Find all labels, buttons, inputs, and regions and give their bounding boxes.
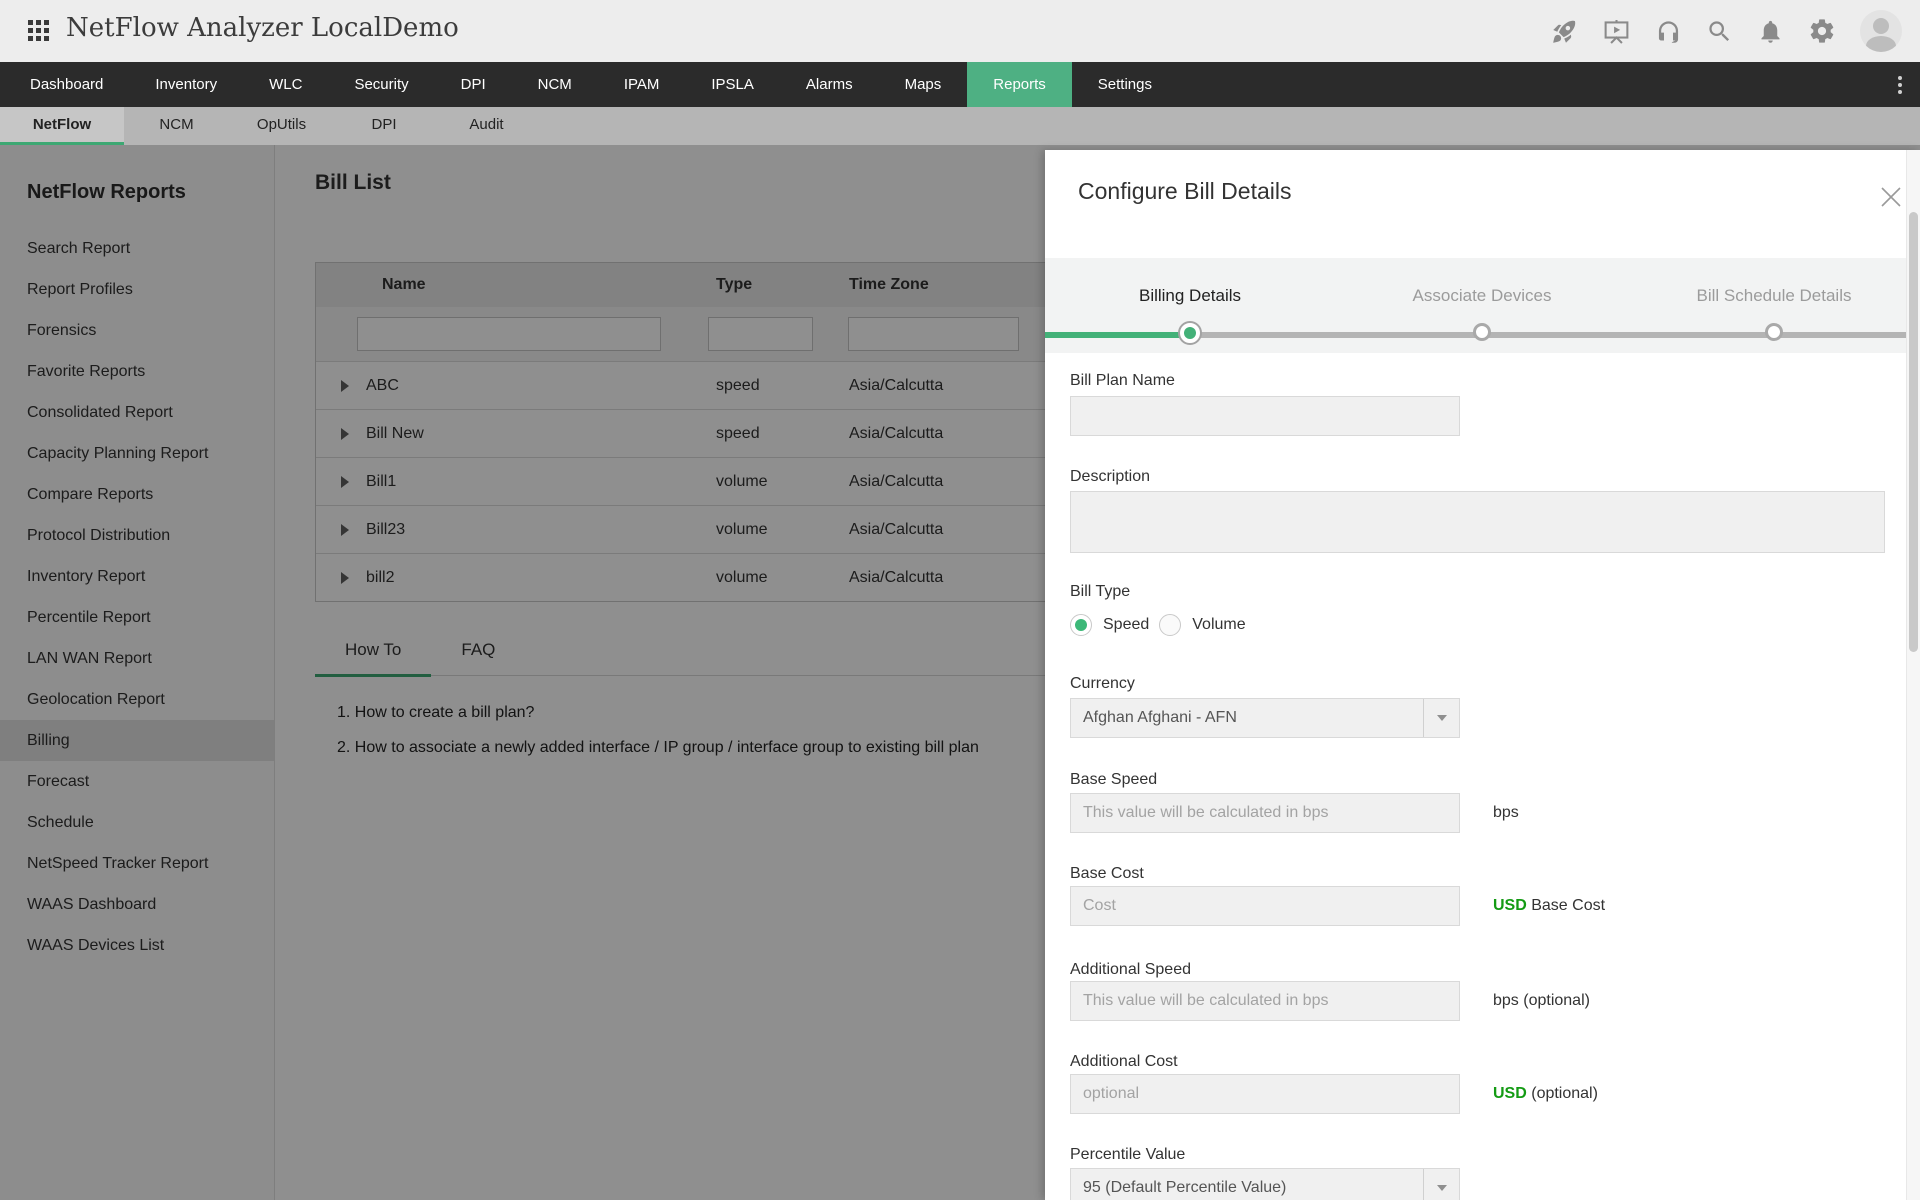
percentile-value: 95 (Default Percentile Value) (1083, 1179, 1287, 1196)
nav-item-ncm[interactable]: NCM (512, 62, 598, 107)
unit-text: (optional) (1531, 1085, 1598, 1102)
nav-item-reports[interactable]: Reports (967, 62, 1072, 107)
percentile-value-label: Percentile Value (1070, 1146, 1186, 1163)
step-dot[interactable] (1473, 323, 1491, 341)
base-speed-unit: bps (1493, 804, 1519, 821)
main-nav: Dashboard Inventory WLC Security DPI NCM… (0, 62, 1920, 107)
close-icon[interactable] (1878, 184, 1904, 210)
radio-volume-label: Volume (1192, 616, 1246, 633)
additional-cost-unit: USD (optional) (1493, 1085, 1598, 1103)
unit-text: Base Cost (1531, 897, 1606, 914)
bill-plan-name-label: Bill Plan Name (1070, 372, 1175, 389)
nav-item-maps[interactable]: Maps (879, 62, 968, 107)
subnav-tab-dpi[interactable]: DPI (334, 107, 434, 145)
additional-speed-input[interactable] (1070, 981, 1460, 1021)
nav-item-alarms[interactable]: Alarms (780, 62, 879, 107)
nav-overflow-kebab-icon[interactable] (1888, 62, 1912, 107)
additional-speed-unit: bps (optional) (1493, 992, 1590, 1009)
radio-speed-label: Speed (1103, 616, 1150, 633)
panel-title: Configure Bill Details (1078, 178, 1292, 204)
brand-title: NetFlow Analyzer LocalDemo (66, 13, 459, 43)
step-dot[interactable] (1765, 323, 1783, 341)
scrollbar-thumb[interactable] (1909, 212, 1918, 652)
configure-bill-details-panel: Configure Bill Details Billing Details A… (1045, 150, 1920, 1200)
step-bill-schedule-details[interactable]: Bill Schedule Details (1697, 286, 1852, 306)
additional-speed-label: Additional Speed (1070, 961, 1191, 978)
nav-item-ipam[interactable]: IPAM (598, 62, 686, 107)
nav-item-dashboard[interactable]: Dashboard (4, 62, 129, 107)
currency-code: USD (1493, 1085, 1527, 1102)
bill-plan-name-input[interactable] (1070, 396, 1460, 436)
user-avatar[interactable] (1860, 10, 1902, 52)
base-speed-input[interactable] (1070, 793, 1460, 833)
nav-item-dpi[interactable]: DPI (435, 62, 512, 107)
sub-nav: NetFlow NCM OpUtils DPI Audit (0, 107, 1920, 145)
base-cost-input[interactable] (1070, 886, 1460, 926)
currency-code: USD (1493, 897, 1527, 914)
demo-player-icon[interactable] (1602, 17, 1631, 46)
base-cost-unit: USD Base Cost (1493, 897, 1605, 915)
base-cost-label: Base Cost (1070, 865, 1144, 882)
app-grid-icon[interactable] (28, 20, 51, 43)
base-speed-label: Base Speed (1070, 771, 1158, 788)
nav-item-ipsla[interactable]: IPSLA (685, 62, 780, 107)
subnav-tab-audit[interactable]: Audit (434, 107, 539, 145)
radio-volume[interactable] (1159, 614, 1182, 636)
bell-icon[interactable] (1757, 18, 1784, 45)
currency-select[interactable]: Afghan Afghani - AFN (1070, 698, 1460, 738)
rocket-icon[interactable] (1551, 18, 1578, 45)
nav-item-inventory[interactable]: Inventory (129, 62, 243, 107)
subnav-tab-ncm[interactable]: NCM (124, 107, 229, 145)
chevron-down-icon (1423, 699, 1459, 737)
nav-item-wlc[interactable]: WLC (243, 62, 328, 107)
radio-speed[interactable] (1070, 614, 1092, 636)
wizard-stepper: Billing Details Associate Devices Bill S… (1045, 258, 1920, 353)
description-label: Description (1070, 468, 1151, 485)
nav-item-security[interactable]: Security (328, 62, 434, 107)
stepper-progress (1045, 332, 1190, 338)
additional-cost-input[interactable] (1070, 1074, 1460, 1114)
subnav-tab-oputils[interactable]: OpUtils (229, 107, 334, 145)
panel-scrollbar[interactable] (1906, 150, 1920, 1200)
step-associate-devices[interactable]: Associate Devices (1413, 286, 1552, 306)
search-icon[interactable] (1706, 18, 1733, 45)
percentile-value-select[interactable]: 95 (Default Percentile Value) (1070, 1168, 1460, 1200)
bill-type-label: Bill Type (1070, 583, 1131, 600)
chevron-down-icon (1423, 1169, 1459, 1200)
additional-cost-label: Additional Cost (1070, 1053, 1178, 1070)
top-bar: NetFlow Analyzer LocalDemo (0, 0, 1920, 62)
description-textarea[interactable] (1070, 491, 1885, 553)
currency-label: Currency (1070, 675, 1135, 692)
step-dot-active[interactable] (1178, 321, 1202, 345)
nav-item-settings[interactable]: Settings (1072, 62, 1178, 107)
step-billing-details[interactable]: Billing Details (1139, 286, 1241, 306)
headset-icon[interactable] (1655, 18, 1682, 45)
currency-value: Afghan Afghani - AFN (1083, 709, 1237, 726)
gear-icon[interactable] (1808, 17, 1836, 45)
subnav-tab-netflow[interactable]: NetFlow (0, 107, 124, 145)
